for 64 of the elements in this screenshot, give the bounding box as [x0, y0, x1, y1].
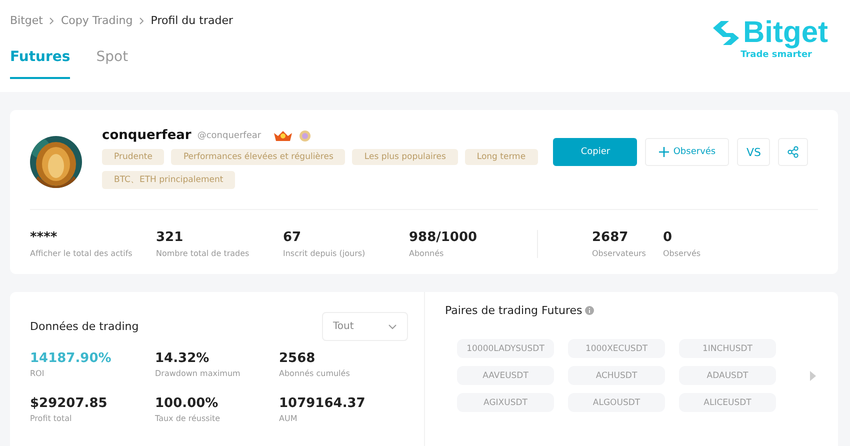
logo-text: Bitget [743, 18, 828, 48]
stat-value: 988/1000 [409, 230, 478, 245]
plus-icon [659, 147, 670, 157]
metric-label: Drawdown maximum [155, 369, 242, 378]
metric-label: AUM [279, 414, 298, 423]
trading-pair: ALGOUSDT [568, 393, 665, 412]
info-icon [585, 306, 594, 315]
stat-label: Observés [663, 249, 702, 258]
trading-pair: 10000LADYSUSDT [457, 339, 554, 358]
section-title: Données de trading [30, 320, 139, 333]
trader-tag: Les plus populaires [352, 149, 458, 165]
medal-icon [299, 130, 312, 142]
logo-tagline: Trade smarter [740, 50, 812, 60]
metric-label: Profit total [30, 414, 73, 423]
tab[interactable]: Futures [10, 49, 70, 79]
stat-value: 2687 [591, 230, 630, 245]
stat-label: Inscrit depuis (jours) [283, 249, 366, 258]
share-button[interactable] [778, 138, 808, 166]
tab[interactable]: Spot [96, 49, 128, 79]
metric-value: $29207.85 [30, 396, 108, 411]
trading-pair: ACHUSDT [568, 366, 665, 385]
trader-tag: Performances élevées et régulières [171, 149, 346, 165]
metric-label: Taux de réussite [155, 414, 222, 423]
metric-value: 1079164.37 [279, 396, 366, 411]
chevron-icon [48, 16, 55, 24]
trading-pair: 1INCHUSDT [679, 339, 776, 358]
breadcrumb-item[interactable]: Copy Trading [60, 14, 133, 27]
trading-pair: ADAUSDT [679, 366, 776, 385]
share-icon [787, 146, 799, 158]
compare-button[interactable]: VS [737, 138, 770, 166]
trading-pair: AGIXUSDT [457, 393, 554, 412]
trader-handle: @conquerfear [197, 130, 262, 140]
section-title: Paires de trading Futures [445, 304, 582, 317]
breadcrumb-item: Profil du trader [150, 14, 233, 27]
metric-label: Abonnés cumulés [279, 369, 351, 378]
trading-pair: AAVEUSDT [457, 366, 554, 385]
trader-name: conquerfear [102, 128, 192, 143]
stat-value: 67 [283, 230, 302, 245]
trader-tag: BTC、ETH principalement [102, 171, 236, 189]
next-arrow-icon[interactable] [810, 370, 816, 380]
stat-label: Observateurs [591, 249, 647, 258]
breadcrumb-item[interactable]: Bitget [10, 14, 43, 27]
metric-value: 100.00% [155, 396, 220, 411]
stat-label: Afficher le total des actifs [30, 249, 134, 258]
stat-value: **** [30, 230, 58, 245]
metric-value: 14.32% [155, 351, 210, 366]
chevron-down-icon [388, 324, 397, 330]
chevron-icon [138, 16, 145, 24]
trader-tag: Prudente [102, 149, 164, 165]
period-select[interactable]: Tout [322, 312, 408, 341]
metric-value: 14187.90% [30, 351, 112, 366]
stat-value: 321 [156, 230, 184, 245]
logo-icon [711, 20, 741, 46]
metric-value: 2568 [279, 351, 316, 366]
watch-button[interactable]: Observés [645, 138, 730, 166]
crown-icon [273, 130, 294, 142]
trader-tag: Long terme [464, 149, 538, 165]
copy-button[interactable]: Copier [553, 138, 638, 166]
metric-label: ROI [30, 369, 46, 378]
trading-pair: ALICEUSDT [679, 393, 776, 412]
stat-value: 0 [663, 230, 674, 245]
stat-label: Nombre total de trades [156, 249, 250, 258]
trading-pair: 1000XECUSDT [568, 339, 665, 358]
stat-label: Abonnés [409, 249, 445, 258]
